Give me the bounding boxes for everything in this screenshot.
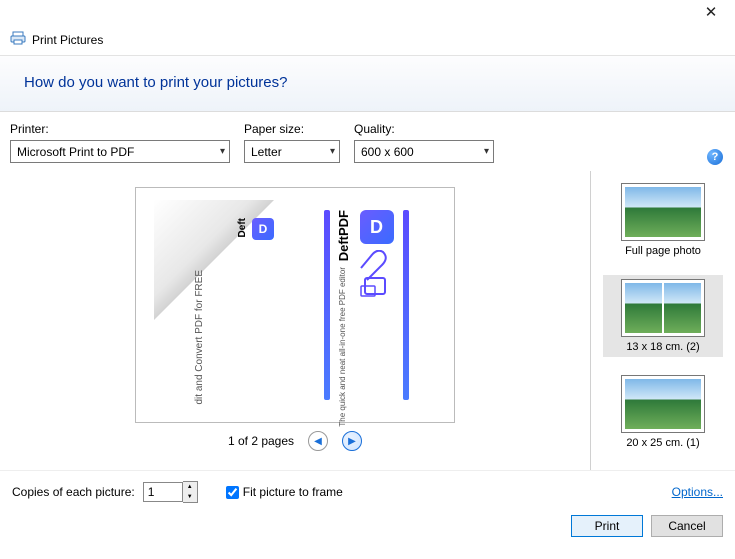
layout-thumb [621, 279, 705, 337]
layout-caption: 13 x 18 cm. (2) [626, 341, 699, 353]
help-icon[interactable]: ? [707, 149, 723, 165]
prev-page-button[interactable]: ◀ [308, 431, 328, 451]
layout-list[interactable]: Full page photo 13 x 18 cm. (2) 20 x 25 … [591, 171, 735, 470]
banner-heading: How do you want to print your pictures? [0, 55, 735, 112]
copies-spinner-down[interactable]: ▼ [183, 492, 197, 502]
quality-label: Quality: [354, 122, 494, 136]
options-link[interactable]: Options... [672, 485, 723, 499]
print-button[interactable]: Print [571, 515, 643, 537]
cancel-button[interactable]: Cancel [651, 515, 723, 537]
layout-thumb [621, 183, 705, 241]
paperclip-icon [357, 250, 397, 300]
accent-bar [324, 210, 330, 400]
layout-thumb [621, 375, 705, 433]
preview-left-text: dit and Convert PDF for FREE [194, 270, 205, 405]
close-button[interactable]: ✕ [689, 0, 733, 24]
quality-value: 600 x 600 [361, 145, 414, 159]
chevron-down-icon: ▾ [220, 146, 225, 157]
deft-tagline: The quick and neat all-in-one free PDF e… [339, 267, 348, 427]
copies-label: Copies of each picture: [12, 485, 135, 499]
page-counter: 1 of 2 pages [228, 434, 294, 448]
layout-caption: Full page photo [625, 245, 701, 257]
layout-item-20x25[interactable]: 20 x 25 cm. (1) [603, 371, 723, 453]
deft-badge-large: D [360, 210, 394, 244]
window-title: Print Pictures [32, 33, 103, 47]
preview-page: D Deft dit and Convert PDF for FREE Deft… [135, 187, 455, 423]
layout-item-13x18[interactable]: 13 x 18 cm. (2) [603, 275, 723, 357]
accent-bar [403, 210, 409, 400]
layout-caption: 20 x 25 cm. (1) [626, 437, 699, 449]
preview-panel-right: DeftPDF The quick and neat all-in-one fr… [296, 200, 436, 410]
printer-label: Printer: [10, 122, 230, 136]
printer-select[interactable]: Microsoft Print to PDF ▾ [10, 140, 230, 163]
fit-picture-checkbox[interactable] [226, 486, 239, 499]
next-page-button[interactable]: ▶ [342, 431, 362, 451]
chevron-down-icon: ▾ [484, 146, 489, 157]
deft-label-large: DeftPDF [336, 210, 351, 261]
paper-size-select[interactable]: Letter ▾ [244, 140, 340, 163]
printer-value: Microsoft Print to PDF [17, 145, 134, 159]
paper-size-label: Paper size: [244, 122, 340, 136]
deft-label-small: Deft [237, 218, 248, 237]
preview-area: D Deft dit and Convert PDF for FREE Deft… [0, 171, 591, 470]
fit-picture-label: Fit picture to frame [243, 485, 343, 499]
copies-input[interactable] [143, 482, 183, 502]
chevron-down-icon: ▾ [330, 146, 335, 157]
preview-panel-left: D Deft dit and Convert PDF for FREE [154, 200, 284, 410]
paper-size-value: Letter [251, 145, 282, 159]
copies-spinner-up[interactable]: ▲ [183, 482, 197, 492]
layout-item-full-page[interactable]: Full page photo [603, 179, 723, 261]
quality-select[interactable]: 600 x 600 ▾ [354, 140, 494, 163]
deft-badge-small: D [252, 218, 274, 240]
printer-icon [10, 30, 26, 49]
